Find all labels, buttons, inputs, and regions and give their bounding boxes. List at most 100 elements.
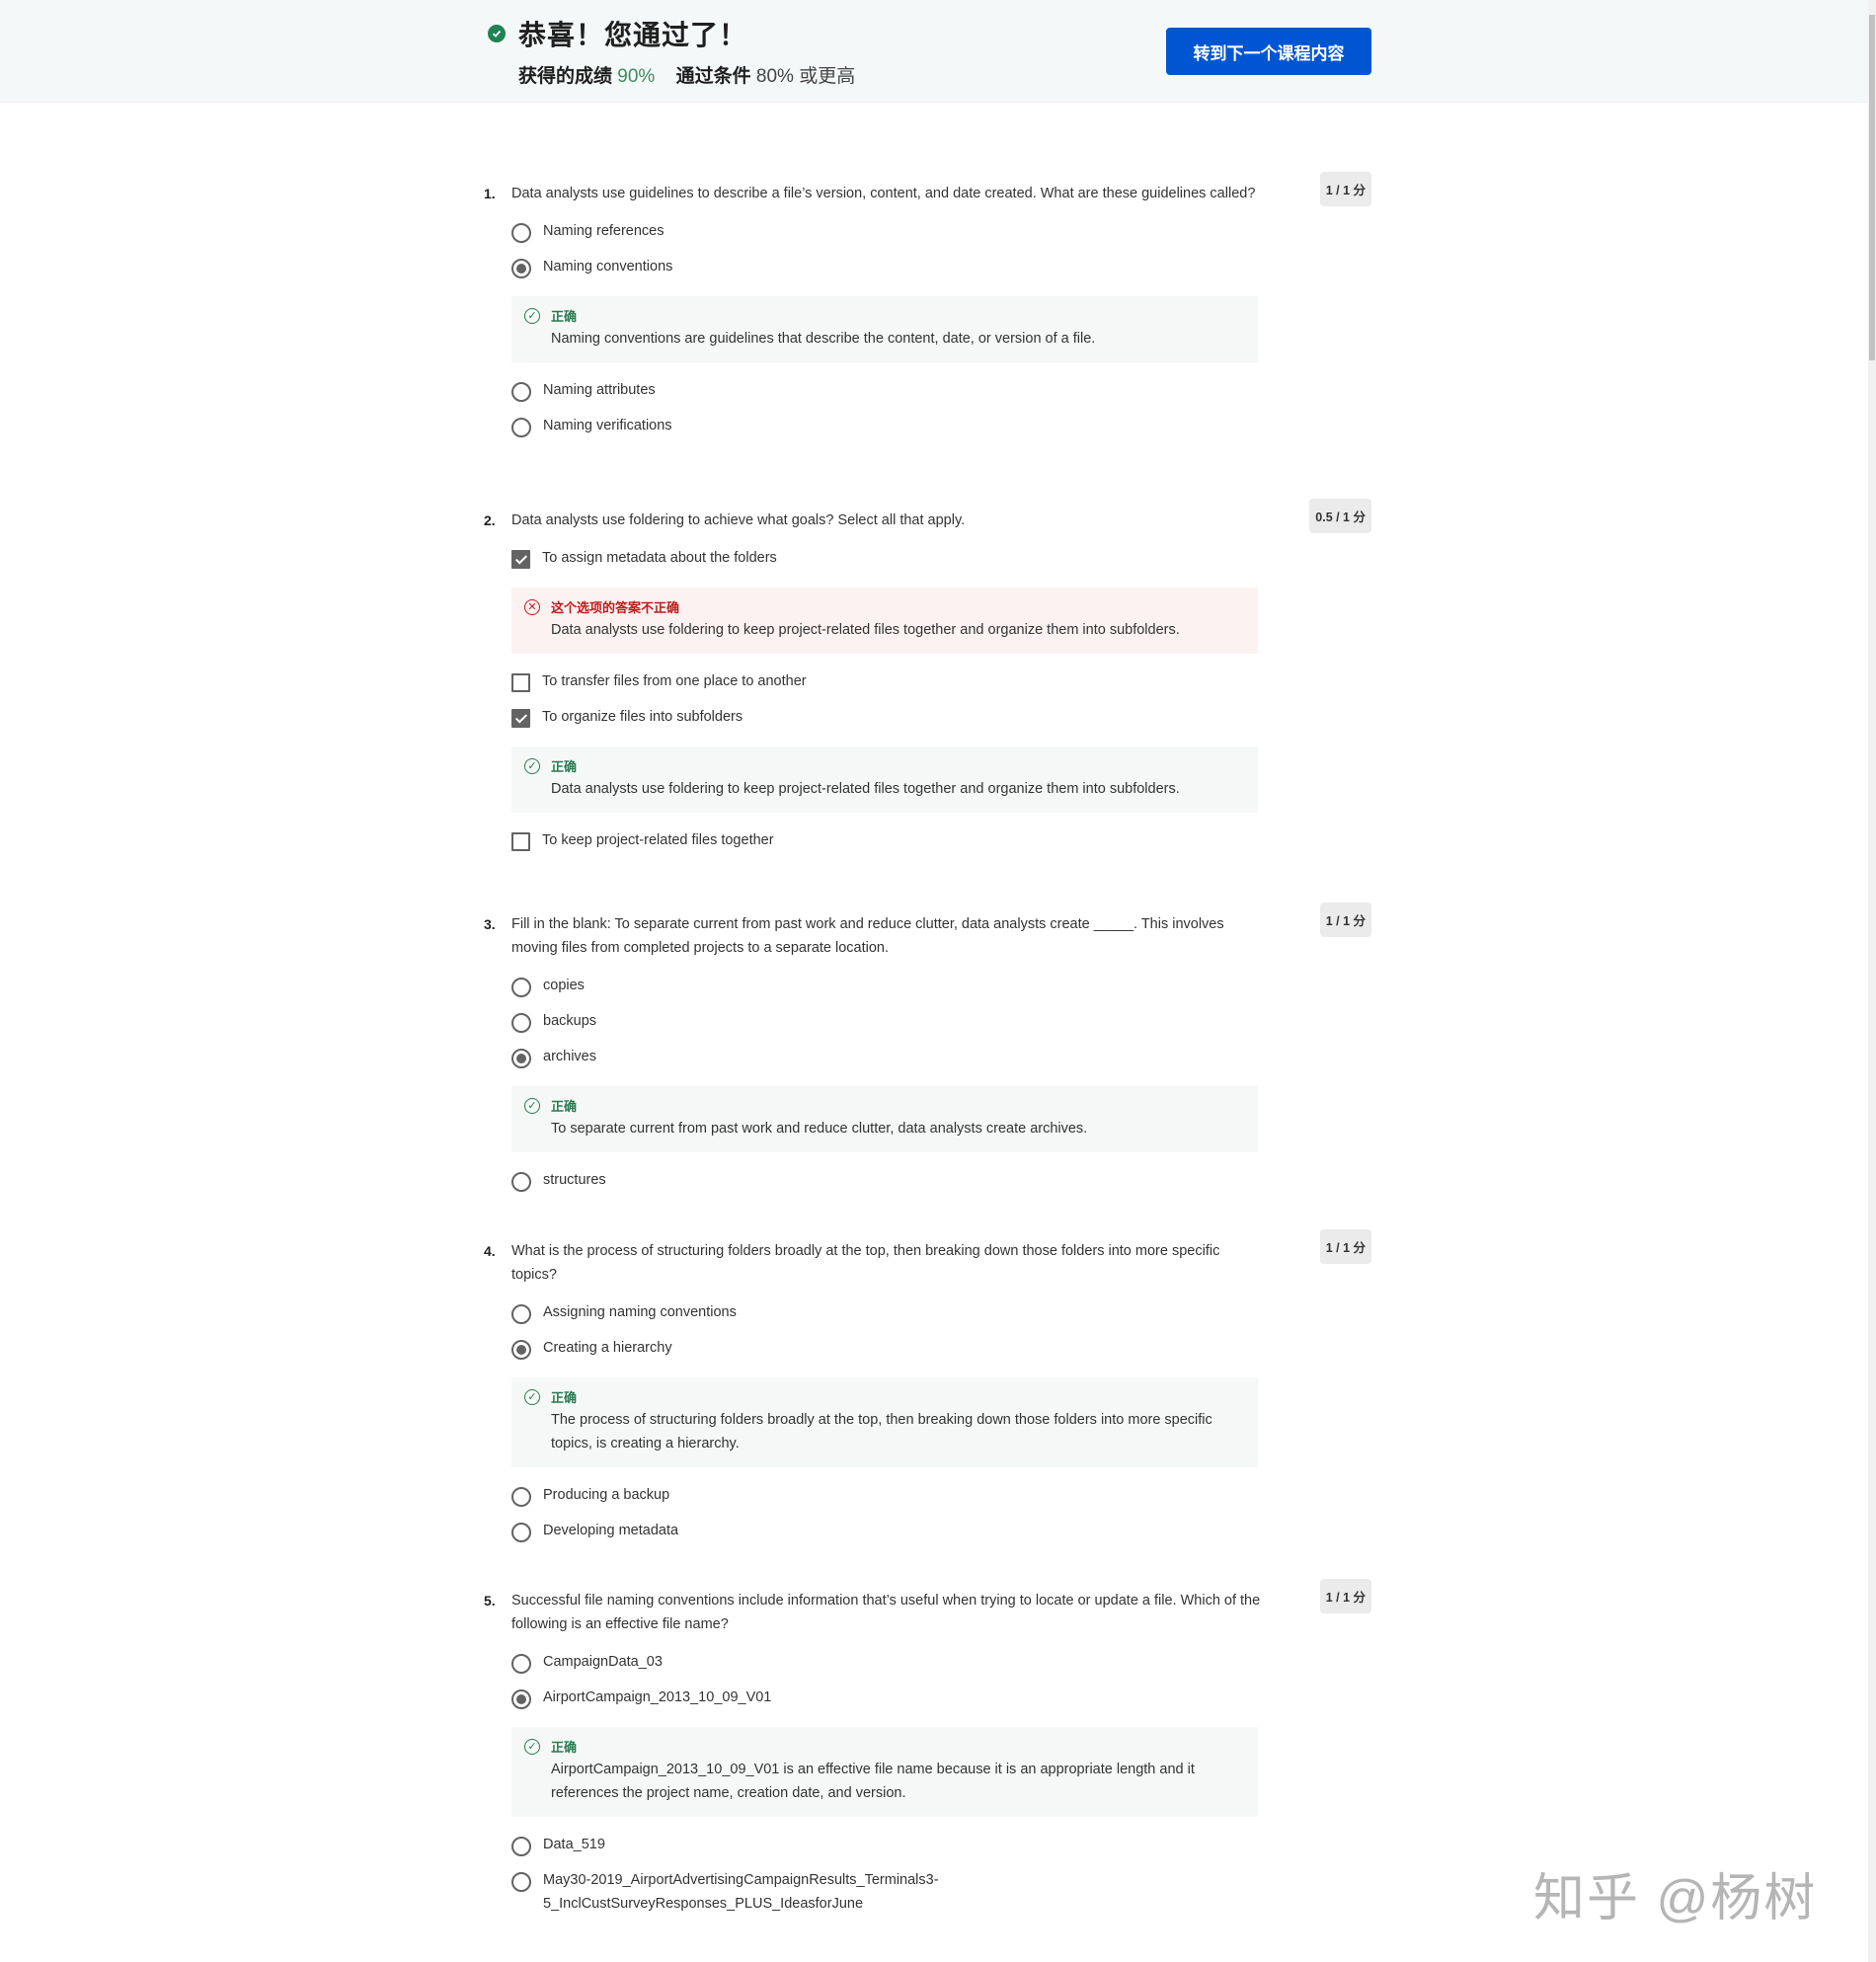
question-header: 1. Data analysts use guidelines to descri…: [484, 172, 1372, 206]
option-label: backups: [543, 1013, 597, 1029]
option-label: Data_519: [543, 1837, 605, 1852]
radio-option[interactable]: CampaignData_03: [511, 1652, 1372, 1687]
radio-option[interactable]: structures: [511, 1170, 1372, 1206]
radio-unselected[interactable]: [511, 978, 531, 997]
checkbox-checked[interactable]: [511, 709, 530, 728]
feedback-correct: ✓ 正确 To separate current from past work an…: [511, 1086, 1258, 1152]
radio-unselected[interactable]: [511, 418, 531, 437]
check-circle-outline-icon: ✓: [524, 758, 540, 774]
radio-option[interactable]: Naming references: [511, 221, 1372, 257]
option-label: To assign metadata about the folders: [542, 550, 777, 566]
option-label: Assigning naming conventions: [543, 1304, 737, 1320]
radio-option[interactable]: May30-2019_AirportAdvertisingCampaignRes…: [511, 1870, 1372, 1916]
watermark: 知乎 @杨树: [1533, 1870, 1818, 1927]
feedback-title: 这个选项的答案不正确: [551, 600, 680, 615]
answer-options: Naming references Naming conventions ✓ 正确 Na…: [511, 221, 1372, 451]
question-number: 4.: [484, 1243, 496, 1259]
option-label: Creating a hierarchy: [543, 1340, 672, 1356]
radio-unselected[interactable]: [511, 1487, 531, 1507]
checkbox-unchecked[interactable]: [511, 673, 530, 692]
radio-option[interactable]: Developing metadata: [511, 1521, 1372, 1556]
scrollbar[interactable]: [1868, 0, 1876, 1962]
radio-unselected[interactable]: [511, 1654, 531, 1674]
option-label: CampaignData_03: [543, 1654, 663, 1670]
radio-selected[interactable]: [511, 1689, 531, 1709]
radio-option[interactable]: Producing a backup: [511, 1485, 1372, 1521]
question-number: 1.: [484, 186, 496, 201]
option-label: AirportCampaign_2013_10_09_V01: [543, 1689, 772, 1705]
check-circle-icon: [488, 25, 506, 42]
option-label: To transfer files from one place to anot…: [542, 673, 807, 689]
question-number: 2.: [484, 512, 496, 528]
option-label: Naming references: [543, 223, 664, 239]
question-text: Data analysts use foldering to achieve w…: [511, 512, 966, 528]
feedback-correct: ✓ 正确 Naming conventions are guidelines tha…: [511, 296, 1258, 362]
radio-option[interactable]: Assigning naming conventions: [511, 1302, 1372, 1338]
checkbox-option[interactable]: To assign metadata about the folders: [511, 548, 1372, 584]
answer-options: Assigning naming conventions Creating a h…: [511, 1302, 1372, 1556]
radio-unselected[interactable]: [511, 1837, 531, 1856]
question-text: Data analysts use guidelines to describe…: [511, 186, 1256, 201]
radio-option[interactable]: Data_519: [511, 1835, 1372, 1870]
feedback-title: 正确: [551, 309, 578, 324]
next-item-button[interactable]: 转到下一个课程内容: [1166, 28, 1371, 75]
radio-option[interactable]: Creating a hierarchy: [511, 1338, 1372, 1373]
check-circle-outline-icon: ✓: [524, 1098, 540, 1114]
question-number: 3.: [484, 916, 496, 932]
question-header: 2. Data analysts use foldering to achieve…: [484, 499, 1372, 533]
feedback-text: To separate current from past work and r…: [551, 1121, 1088, 1137]
option-label: Developing metadata: [543, 1523, 679, 1538]
question-number: 5.: [484, 1593, 496, 1609]
radio-unselected[interactable]: [511, 1013, 531, 1033]
question-1: 1. Data analysts use guidelines to descri…: [484, 172, 1372, 451]
radio-selected[interactable]: [511, 1049, 531, 1068]
feedback-title: 正确: [551, 1099, 578, 1114]
pass-value: 80% 或更高: [755, 66, 856, 87]
feedback-correct: ✓ 正确 The process of structuring folders br…: [511, 1377, 1258, 1467]
radio-unselected[interactable]: [511, 1872, 531, 1892]
radio-option[interactable]: backups: [511, 1011, 1372, 1047]
result-summary: 获得的成绩 90% 通过条件 80% 或更高: [518, 61, 855, 88]
score-label: 获得的成绩: [518, 66, 613, 87]
radio-option[interactable]: AirportCampaign_2013_10_09_V01: [511, 1687, 1372, 1723]
scrollbar-thumb[interactable]: [1869, 15, 1875, 360]
radio-unselected[interactable]: [511, 223, 531, 243]
radio-unselected[interactable]: [511, 1172, 531, 1192]
checkbox-option[interactable]: To keep project-related files together: [511, 830, 1372, 866]
score-value: 90%: [617, 66, 656, 87]
answer-options: copies backups archives ✓ 正确 To separate curr…: [511, 976, 1372, 1206]
option-label: Naming attributes: [543, 382, 656, 398]
feedback-incorrect: ✕ 这个选项的答案不正确 Data analysts use foldering t…: [511, 588, 1258, 654]
checkbox-option[interactable]: To organize files into subfolders: [511, 707, 1372, 743]
feedback-title: 正确: [551, 1740, 578, 1755]
question-header: 5. Successful file naming conventions inc…: [484, 1579, 1372, 1636]
radio-unselected[interactable]: [511, 1523, 531, 1542]
radio-unselected[interactable]: [511, 1304, 531, 1324]
check-circle-outline-icon: ✓: [524, 1389, 540, 1405]
feedback-text: AirportCampaign_2013_10_09_V01 is an eff…: [551, 1762, 1195, 1801]
checkbox-checked[interactable]: [511, 550, 530, 569]
feedback-correct: ✓ 正确 Data analysts use foldering to keep p…: [511, 746, 1258, 813]
radio-selected[interactable]: [511, 1340, 531, 1360]
radio-unselected[interactable]: [511, 382, 531, 402]
option-label: To keep project-related files together: [542, 832, 774, 848]
answer-options: To assign metadata about the folders ✕ 这个选…: [511, 548, 1372, 866]
radio-option[interactable]: Naming verifications: [511, 416, 1372, 451]
checkbox-unchecked[interactable]: [511, 832, 530, 851]
radio-option[interactable]: Naming attributes: [511, 380, 1372, 416]
checkbox-option[interactable]: To transfer files from one place to anot…: [511, 671, 1372, 707]
option-label: structures: [543, 1172, 606, 1188]
question-text: Fill in the blank: To separate current f…: [511, 916, 1224, 956]
question-text: What is the process of structuring folde…: [511, 1243, 1220, 1283]
question-4: 4. What is the process of structuring fol…: [484, 1229, 1372, 1556]
radio-option[interactable]: archives: [511, 1047, 1372, 1082]
option-label: copies: [543, 978, 585, 993]
score-badge: 1 / 1 分: [1319, 1229, 1371, 1264]
question-header: 4. What is the process of structuring fol…: [484, 1229, 1372, 1287]
option-label: Naming conventions: [543, 259, 673, 275]
radio-option[interactable]: copies: [511, 976, 1372, 1011]
result-title: 恭喜！您通过了！: [518, 20, 748, 50]
radio-option[interactable]: Naming conventions: [511, 257, 1372, 292]
x-circle-icon: ✕: [524, 599, 540, 615]
radio-selected[interactable]: [511, 259, 531, 278]
